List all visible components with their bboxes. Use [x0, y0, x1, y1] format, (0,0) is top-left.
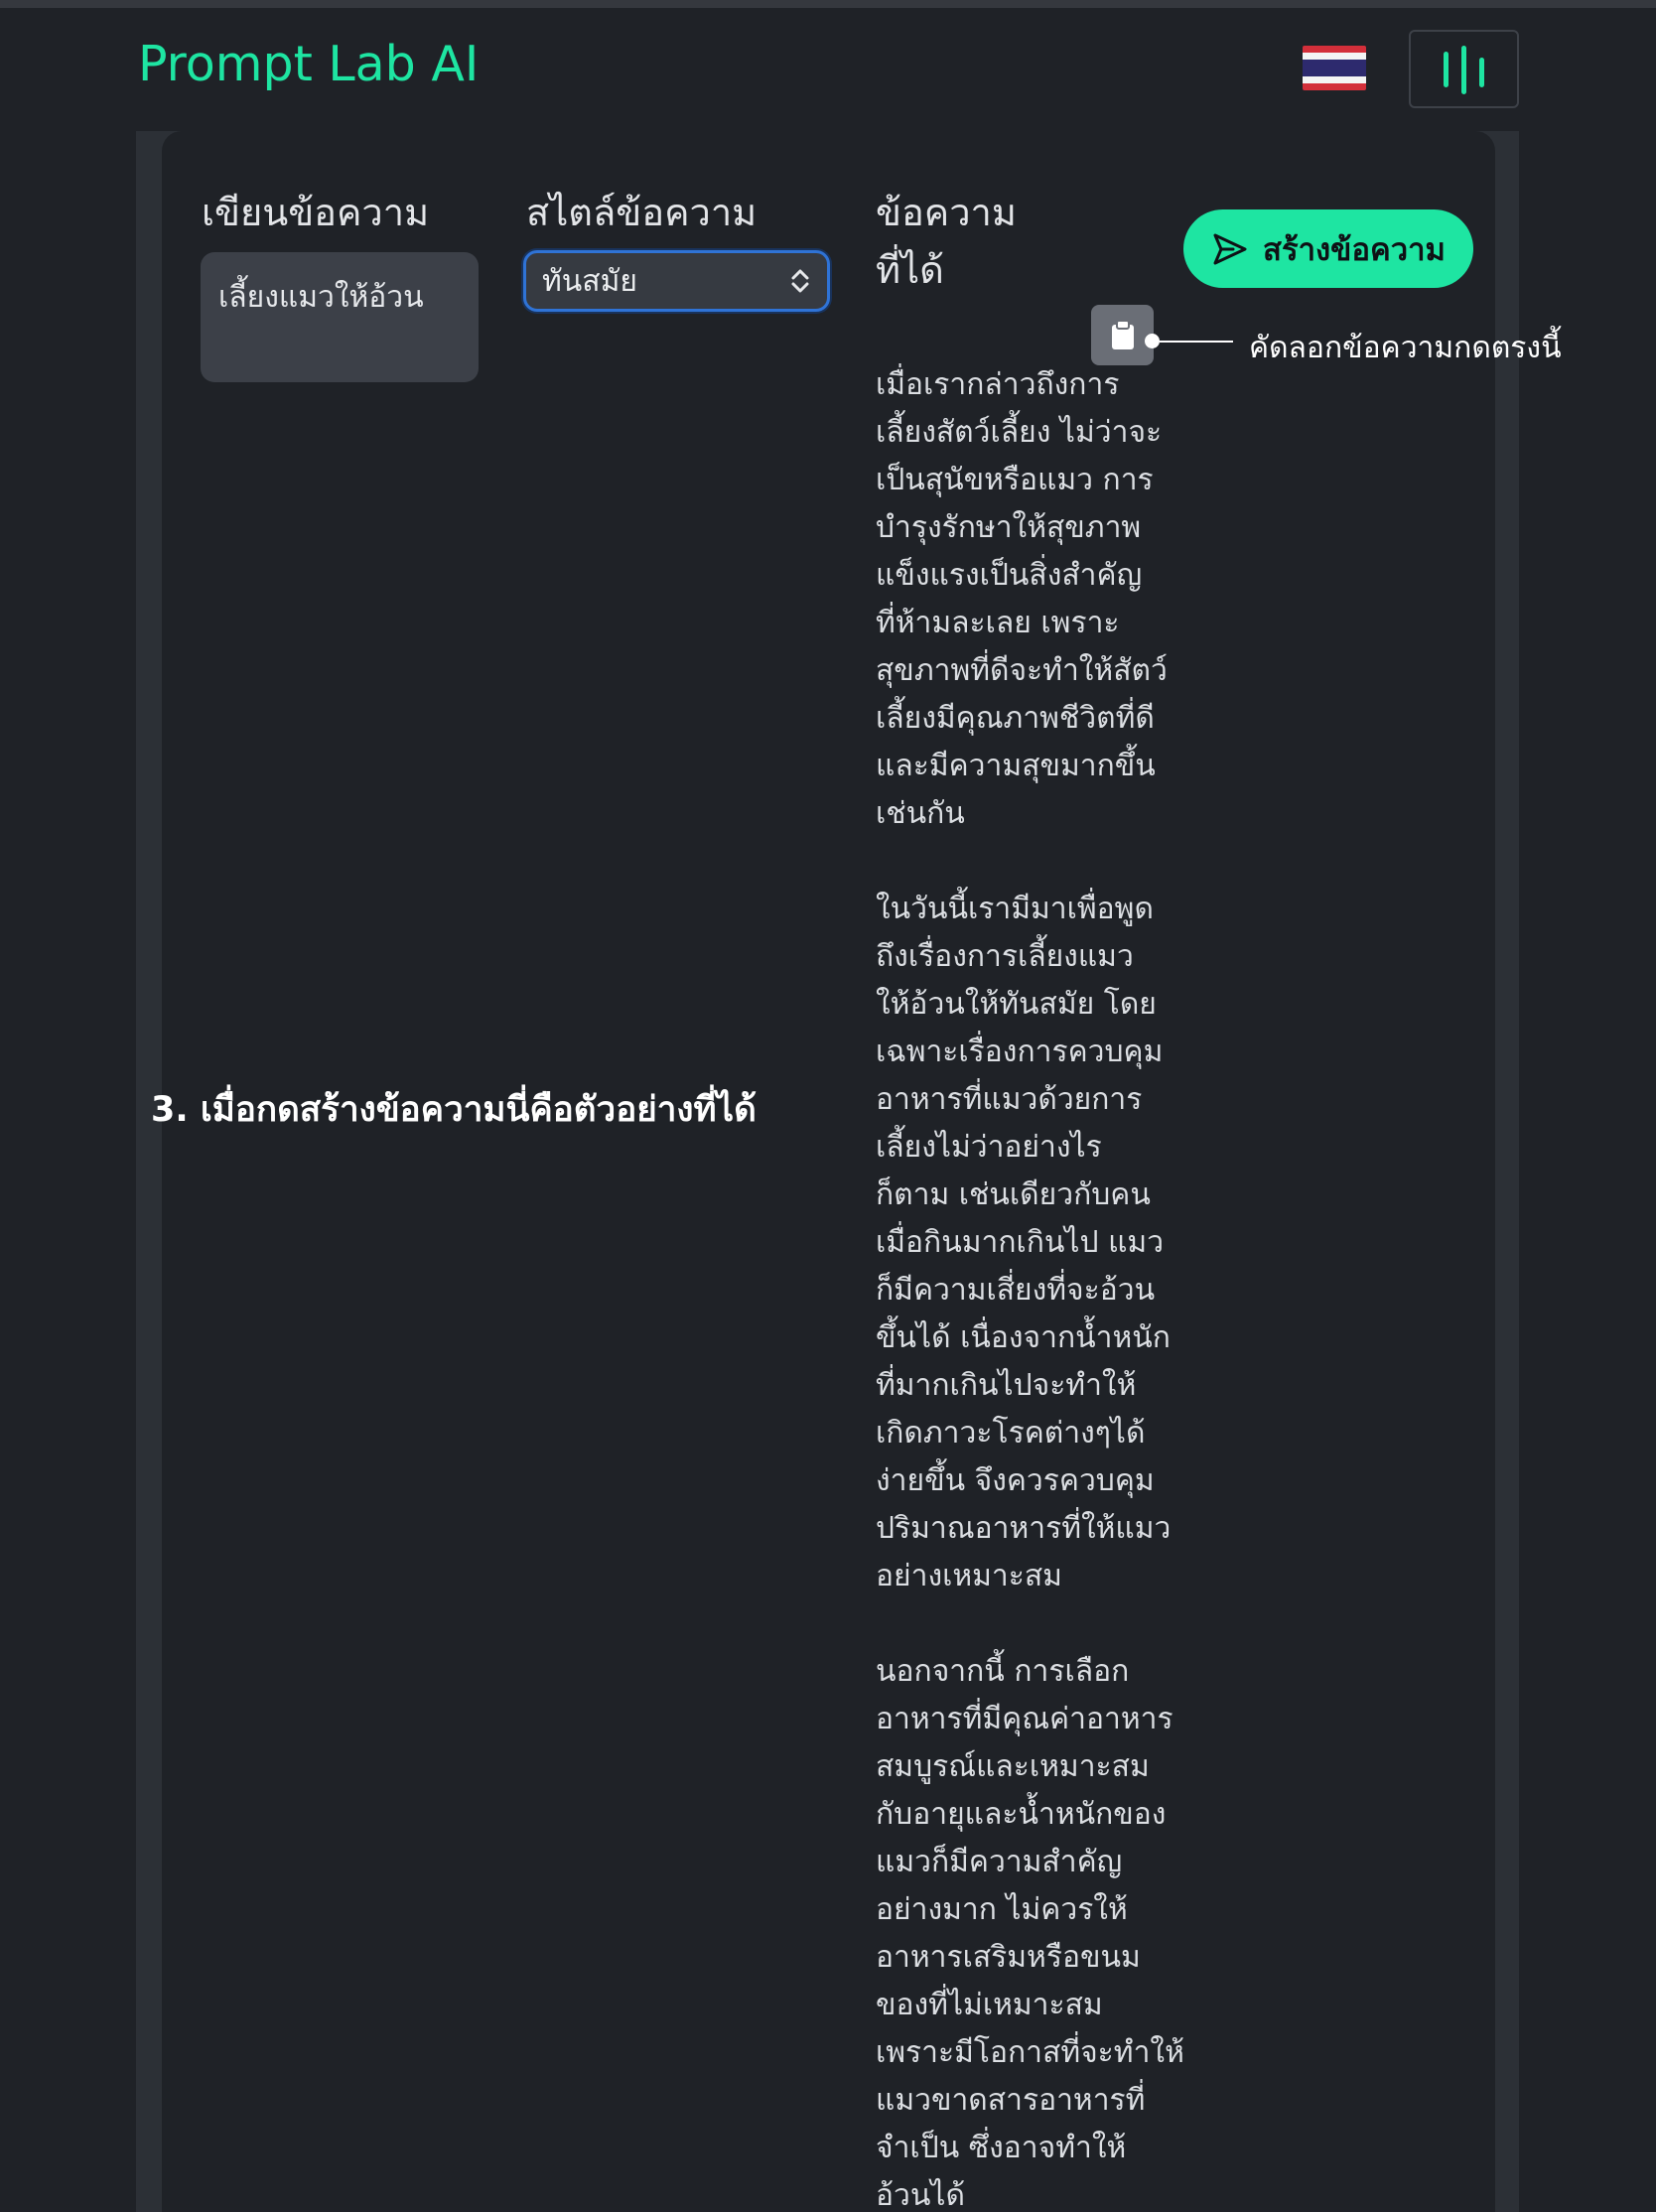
output-line: เฉพาะเรื่องการควบคุม — [876, 1035, 1164, 1069]
output-line: เลี้ยงมีคุณภาพชีวิตที่ดี — [876, 701, 1155, 736]
output-line: ให้อ้วนให้ทันสมัย โดย — [876, 987, 1157, 1022]
generate-button-label: สร้างข้อความ — [1263, 231, 1446, 268]
output-line: อย่างมาก ไม่ควรให้ — [876, 1892, 1128, 1927]
copy-button[interactable] — [1091, 305, 1154, 365]
prompt-input[interactable]: เลี้ยงแมวให้อ้วน — [201, 252, 479, 382]
output-line: แข็งแรงเป็นสิ่งสำคัญ — [876, 558, 1143, 593]
menu-button[interactable] — [1409, 30, 1519, 108]
output-line: เมื่อกินมากเกินไป แมว — [876, 1225, 1165, 1260]
output-label-line2: ที่ได้ — [876, 248, 944, 292]
output-line: ขึ้นได้ เนื่องจากน้ำหนัก — [876, 1320, 1171, 1355]
output-line: กับอายุและน้ำหนักของ — [876, 1797, 1167, 1832]
output-line: อ้วนได้ — [876, 2178, 965, 2212]
clipboard-icon — [1111, 319, 1134, 349]
output-line: จำเป็น ซึ่งอาจทำให้ — [876, 2131, 1127, 2165]
output-paragraph-gap — [876, 838, 1173, 886]
output-line: เช่นกัน — [876, 796, 965, 831]
output-line: สมบูรณ์และเหมาะสม — [876, 1749, 1150, 1784]
output-line: สุขภาพที่ดีจะทำให้สัตว์ — [876, 653, 1168, 688]
output-line: นอกจากนี้ การเลือก — [876, 1654, 1130, 1689]
output-line: ง่ายขึ้น จึงควรควบคุม — [876, 1463, 1155, 1498]
annotation-line — [1160, 341, 1233, 343]
output-line: อาหารที่แมวด้วยการ — [876, 1082, 1143, 1117]
flag-stripe-white — [1303, 53, 1366, 60]
step-caption: 3. เมื่อกดสร้างข้อความนี่คือตัวอย่างที่ไ… — [151, 1090, 757, 1130]
style-select[interactable]: ทันสมัย — [523, 250, 830, 312]
output-line: อาหารเสริมหรือขนม — [876, 1940, 1141, 1975]
output-line: แมวก็มีความสำคัญ — [876, 1845, 1123, 1879]
output-line: และมีความสุขมากขึ้น — [876, 749, 1156, 783]
generated-output: เมื่อเรากล่าวถึงการเลี้ยงสัตว์เลี้ยง ไม่… — [876, 361, 1184, 2212]
window-top-edge — [0, 0, 1656, 8]
output-line: ก็มีความเสี่ยงที่จะอ้วน — [876, 1273, 1156, 1308]
send-icon — [1213, 233, 1247, 264]
output-line: เมื่อเรากล่าวถึงการ — [876, 367, 1120, 402]
annotation-dot — [1145, 334, 1160, 348]
equalizer-menu-icon — [1461, 46, 1466, 94]
flag-stripe-red — [1303, 46, 1366, 53]
prompt-label: เขียนข้อความ — [202, 191, 430, 234]
equalizer-menu-icon — [1444, 52, 1449, 87]
thai-flag-icon[interactable] — [1303, 46, 1366, 90]
output-line: ของที่ไม่เหมาะสม — [876, 1988, 1103, 2022]
output-label-line1: ข้อความ — [876, 191, 1017, 234]
output-line: ก็ตาม เช่นเดียวกับคน — [876, 1177, 1151, 1212]
output-paragraph-gap — [876, 1600, 1173, 1648]
output-line: บำรุงรักษาให้สุขภาพ — [876, 510, 1142, 545]
generate-button[interactable]: สร้างข้อความ — [1183, 209, 1473, 288]
flag-stripe-white — [1303, 76, 1366, 83]
output-line: ที่มากเกินไปจะทำให้ — [876, 1368, 1137, 1403]
output-line: ในวันนี้เรามีมาเพื่อพูด — [876, 892, 1154, 926]
output-line: ถึงเรื่องการเลี้ยงแมว — [876, 939, 1134, 974]
output-line: เลี้ยงสัตว์เลี้ยง ไม่ว่าจะ — [876, 415, 1163, 450]
output-line: อาหารที่มีคุณค่าอาหาร — [876, 1702, 1173, 1736]
output-line: แมวขาดสารอาหารที่ — [876, 2083, 1146, 2118]
equalizer-menu-icon — [1479, 58, 1484, 87]
chevron-updown-icon — [791, 269, 809, 293]
app-title[interactable]: Prompt Lab AI — [138, 36, 479, 92]
style-label: สไตล์ข้อความ — [526, 191, 758, 234]
flag-stripe-red — [1303, 83, 1366, 90]
output-line: ปริมาณอาหารที่ให้แมว — [876, 1511, 1172, 1546]
app-root: Prompt Lab AI เขียนข้อความ เลี้ยงแมวให้อ… — [0, 0, 1656, 2212]
content-panel — [162, 131, 1495, 2212]
output-line: เป็นสุนัขหรือแมว การ — [876, 463, 1154, 497]
output-line: เกิดภาวะโรคต่างๆได้ — [876, 1416, 1146, 1451]
output-line: ที่ห้ามละเลย เพราะ — [876, 606, 1120, 640]
flag-stripe-blue — [1303, 60, 1366, 76]
copy-hint-annotation: คัดลอกข้อความกดตรงนี้ — [1249, 331, 1562, 365]
output-line: เพราะมีโอกาสที่จะทำให้ — [876, 2035, 1184, 2070]
output-line: เลี้ยงไม่ว่าอย่างไร — [876, 1130, 1102, 1165]
output-line: อย่างเหมาะสม — [876, 1559, 1062, 1593]
style-select-value: ทันสมัย — [542, 263, 637, 299]
